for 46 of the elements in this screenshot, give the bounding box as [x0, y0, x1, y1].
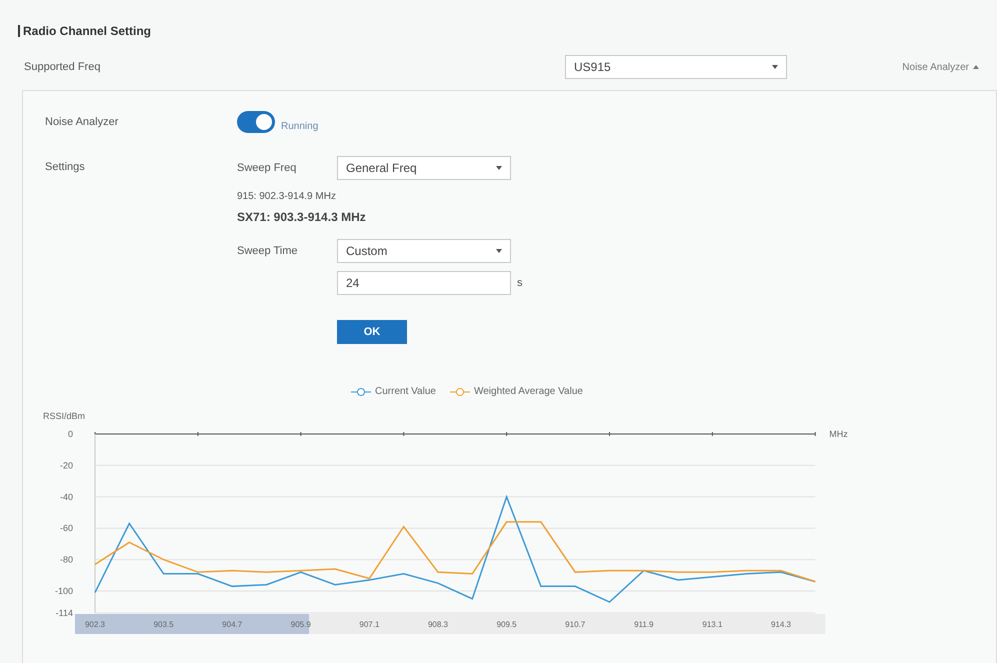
- y-tick-label: -114: [56, 608, 73, 618]
- x-tick-label: 914.3: [770, 620, 792, 629]
- caret-icon: [772, 65, 778, 69]
- legend-marker-icon: [450, 386, 470, 396]
- range-selection[interactable]: [75, 614, 309, 634]
- y-axis-label: RSSI/dBm: [43, 411, 86, 421]
- y-tick-label: -40: [60, 492, 73, 502]
- y-tick-label: -60: [60, 523, 73, 534]
- y-tick-label: -100: [54, 586, 73, 596]
- x-axis-unit: MHz: [829, 429, 848, 439]
- legend-label: Weighted Average Value: [474, 385, 583, 399]
- x-tick-label: 910.7: [565, 620, 586, 629]
- section-title: Radio Channel Setting: [23, 23, 152, 40]
- x-tick-label: 911.9: [634, 620, 654, 629]
- y-tick-label: -80: [60, 554, 73, 565]
- x-tick-label: 909.5: [496, 620, 517, 629]
- x-tick-label: 903.5: [154, 620, 174, 629]
- field-label: Sweep Time: [237, 244, 299, 259]
- range-navigator[interactable]: [309, 614, 826, 634]
- x-tick-label: 913.1: [702, 620, 722, 629]
- x-tick-label: 908.3: [428, 620, 448, 629]
- y-tick-label: -20: [60, 460, 73, 470]
- status-text: Running: [281, 120, 318, 134]
- time-input[interactable]: 24: [337, 271, 511, 295]
- ok-button[interactable]: OK: [337, 320, 407, 344]
- x-tick-label: 907.1: [359, 620, 380, 629]
- field-label: Noise Analyzer: [45, 114, 120, 130]
- field-label: Settings: [45, 160, 86, 175]
- x-tick-label: 905.9: [290, 620, 311, 629]
- field-label: Sweep Freq: [237, 160, 298, 176]
- x-tick-label: 904.7: [222, 620, 242, 629]
- legend-label: Current Value: [375, 385, 436, 399]
- sweep-time-select[interactable]: Custom: [337, 239, 511, 263]
- caret-icon: [496, 249, 502, 253]
- info-text: 915: 902.3-914.9 MHz: [237, 190, 337, 204]
- toggle-switch[interactable]: [237, 111, 275, 133]
- noise-analyzer-link[interactable]: Noise Analyzer: [902, 60, 979, 74]
- freq-select[interactable]: US915: [565, 55, 787, 79]
- y-tick-label: 0: [68, 429, 73, 439]
- field-label: Supported Freq: [24, 60, 102, 75]
- info-text: SX71: 903.3-914.3 MHz: [237, 209, 367, 226]
- caret-icon: [496, 166, 502, 170]
- legend-marker-icon: [351, 386, 371, 396]
- sweep-freq-select[interactable]: General Freq: [337, 156, 511, 180]
- x-tick-label: 902.3: [84, 620, 106, 629]
- unit-text: s: [517, 276, 522, 291]
